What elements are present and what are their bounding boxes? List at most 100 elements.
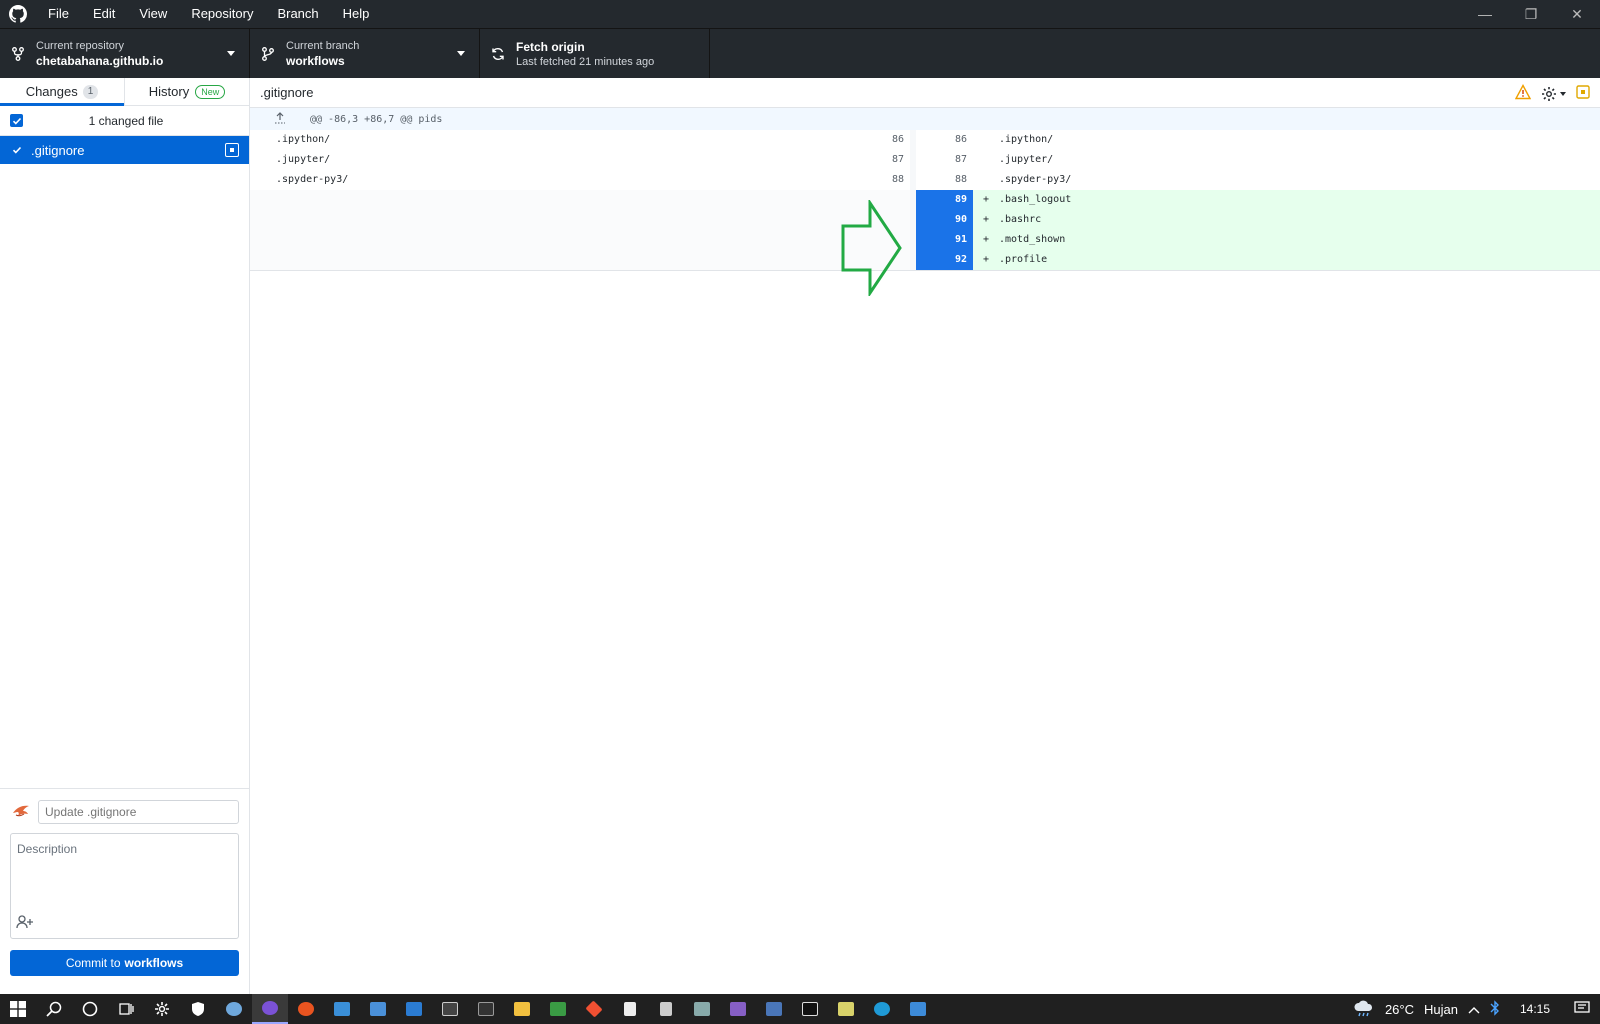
title-bar: File Edit View Repository Branch Help — … xyxy=(0,0,1600,28)
added-line-text: .profile xyxy=(999,254,1048,265)
system-tray: 26°C Hujan 14:15 xyxy=(1353,994,1600,1024)
summary-input[interactable] xyxy=(38,800,239,824)
weather-text: Hujan xyxy=(1424,1001,1458,1017)
security-icon[interactable] xyxy=(180,994,216,1024)
table-row[interactable]: 90 + .bashrc xyxy=(250,210,1600,230)
table-row[interactable]: .jupyter/ 87 87 .jupyter/ xyxy=(250,150,1600,170)
tab-changes[interactable]: Changes 1 xyxy=(0,78,124,106)
new-line-number[interactable]: 91 xyxy=(916,230,973,250)
pycharm-icon[interactable] xyxy=(792,994,828,1024)
branch-name: workflows xyxy=(286,54,345,68)
task-view-icon[interactable] xyxy=(108,994,144,1024)
file-modified-icon xyxy=(1576,85,1590,102)
github-desktop-icon[interactable] xyxy=(252,994,288,1024)
expand-icon[interactable] xyxy=(250,111,310,127)
notification-icon[interactable] xyxy=(1574,1000,1590,1018)
new-line-number[interactable]: 88 xyxy=(916,170,973,190)
table-row[interactable]: .spyder-py3/ 88 88 .spyder-py3/ xyxy=(250,170,1600,190)
fetch-origin-button[interactable]: Fetch origin Last fetched 21 minutes ago xyxy=(480,29,710,79)
menu-view[interactable]: View xyxy=(127,0,179,28)
added-sign: + xyxy=(983,214,990,225)
commit-button[interactable]: Commit to workflows xyxy=(10,950,239,976)
tab-history[interactable]: History New xyxy=(124,78,249,105)
clock-time[interactable]: 14:15 xyxy=(1520,1002,1550,1016)
edge-icon[interactable] xyxy=(864,994,900,1024)
notepad-icon[interactable] xyxy=(828,994,864,1024)
old-line-text: .jupyter/ xyxy=(276,154,331,165)
windows-start-icon[interactable] xyxy=(0,994,36,1024)
diff-file-header: .gitignore xyxy=(250,78,1600,108)
disk-icon[interactable] xyxy=(684,994,720,1024)
table-row[interactable]: 91 + .motd_shown xyxy=(250,230,1600,250)
new-line-number[interactable]: 90 xyxy=(916,210,973,230)
new-line-number[interactable]: 86 xyxy=(916,130,973,150)
changed-files-count: 1 changed file xyxy=(88,113,164,128)
app-green-icon[interactable] xyxy=(540,994,576,1024)
remote-desktop-icon[interactable] xyxy=(360,994,396,1024)
new-line-text: .spyder-py3/ xyxy=(999,174,1072,185)
notes-icon[interactable] xyxy=(648,994,684,1024)
fetch-label: Fetch origin xyxy=(516,40,585,54)
settings-icon[interactable] xyxy=(144,994,180,1024)
table-row[interactable]: 89 + .bash_logout xyxy=(250,190,1600,210)
close-icon[interactable]: ✕ xyxy=(1554,0,1600,28)
github-logo-icon xyxy=(0,0,36,28)
description-field[interactable]: Description xyxy=(10,833,239,939)
added-line-text: .bash_logout xyxy=(999,194,1072,205)
git-icon[interactable] xyxy=(576,994,612,1024)
added-line: + .motd_shown xyxy=(973,230,1600,250)
gear-icon[interactable] xyxy=(1541,86,1566,102)
added-sign: + xyxy=(983,254,990,265)
current-branch-button[interactable]: Current branch workflows xyxy=(250,29,480,79)
tab-changes-label: Changes xyxy=(25,84,78,99)
file-checkbox[interactable] xyxy=(10,143,23,157)
changed-files-header: 1 changed file xyxy=(0,106,249,136)
added-sign: + xyxy=(983,194,990,205)
warning-icon[interactable] xyxy=(1514,84,1532,103)
weather-icon[interactable] xyxy=(1353,999,1375,1020)
menu-branch[interactable]: Branch xyxy=(265,0,330,28)
changes-count-badge: 1 xyxy=(82,84,99,99)
taskbar: 26°C Hujan 14:15 xyxy=(0,994,1600,1024)
new-line-number[interactable]: 87 xyxy=(916,150,973,170)
new-line-number[interactable]: 92 xyxy=(916,250,973,270)
current-repository-button[interactable]: Current repository chetabahana.github.io xyxy=(0,29,250,79)
select-all-checkbox[interactable] xyxy=(10,114,23,127)
minimize-icon[interactable]: — xyxy=(1462,0,1508,28)
new-line-number[interactable]: 89 xyxy=(916,190,973,210)
chevron-up-icon[interactable] xyxy=(1468,1002,1480,1017)
mail-icon[interactable] xyxy=(324,994,360,1024)
paint-icon[interactable] xyxy=(216,994,252,1024)
news-icon[interactable] xyxy=(396,994,432,1024)
hunk-header: @@ -86,3 +86,7 @@ pids xyxy=(250,108,1600,130)
search-icon[interactable] xyxy=(36,994,72,1024)
folder-icon[interactable] xyxy=(504,994,540,1024)
bluetooth-icon[interactable] xyxy=(1490,999,1500,1019)
added-line: + .bash_logout xyxy=(973,190,1600,210)
table-row[interactable]: 92 + .profile xyxy=(250,250,1600,270)
old-line-number: 88 xyxy=(891,174,904,185)
tab-history-label: History xyxy=(148,84,190,99)
visual-studio-icon[interactable] xyxy=(720,994,756,1024)
menu-file[interactable]: File xyxy=(36,0,81,28)
toolbar: Current repository chetabahana.github.io… xyxy=(0,28,1600,79)
monitor-icon[interactable] xyxy=(756,994,792,1024)
menu-edit[interactable]: Edit xyxy=(81,0,127,28)
cmd-icon[interactable] xyxy=(432,994,468,1024)
cortana-icon[interactable] xyxy=(72,994,108,1024)
old-line-text: .spyder-py3/ xyxy=(276,174,349,185)
terminal-icon[interactable] xyxy=(468,994,504,1024)
ubuntu-icon[interactable] xyxy=(288,994,324,1024)
repo-label: Current repository xyxy=(36,40,125,52)
menu-repository[interactable]: Repository xyxy=(179,0,265,28)
sidebar-tabs: Changes 1 History New xyxy=(0,78,249,106)
desktop-icon[interactable] xyxy=(900,994,936,1024)
restore-icon[interactable]: ❐ xyxy=(1508,0,1554,28)
menu-help[interactable]: Help xyxy=(331,0,382,28)
list-item[interactable]: .gitignore xyxy=(0,136,249,164)
description-placeholder: Description xyxy=(17,842,78,856)
hunk-header-text: @@ -86,3 +86,7 @@ pids xyxy=(310,113,443,125)
table-row[interactable]: .ipython/ 86 86 .ipython/ xyxy=(250,130,1600,150)
file-icon[interactable] xyxy=(612,994,648,1024)
coauthor-icon[interactable] xyxy=(16,915,34,932)
